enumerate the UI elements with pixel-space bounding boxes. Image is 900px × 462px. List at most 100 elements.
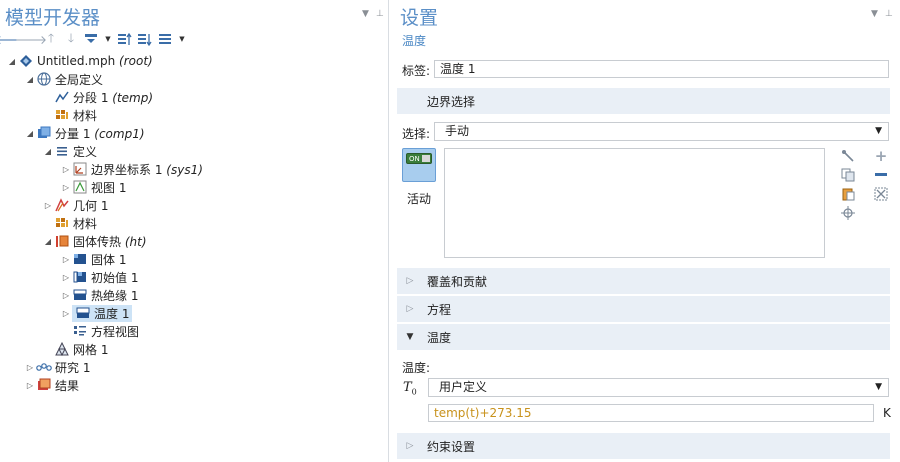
tree-item-label: 固体传热 xyxy=(73,234,122,249)
move-up-icon[interactable]: 🡑 xyxy=(44,31,58,46)
expand-all-icon[interactable] xyxy=(138,32,152,46)
pane-menu-icon[interactable]: ▼ xyxy=(362,9,369,19)
collapsed-toggle-icon[interactable]: ▷ xyxy=(60,165,72,174)
move-down-icon[interactable]: 🡓 xyxy=(64,31,78,46)
section-title: 约束设置 xyxy=(427,439,476,454)
settings-pane: 设置 ▼ ⊥ 温度 标签: 温度 1 边界选择 选择: 手动 ▼ ON 活动 +… xyxy=(395,0,900,462)
tree-item-study[interactable]: ▷ 研究 1 xyxy=(0,358,388,376)
collapsed-toggle-icon[interactable]: ▷ xyxy=(60,309,72,318)
expand-toggle-icon[interactable]: ◢ xyxy=(42,147,54,156)
tree-item-results[interactable]: ▷ 结果 xyxy=(0,376,388,394)
selected-highlight: 温度 1 xyxy=(72,304,133,322)
tree-item-view[interactable]: ▷ 视图 1 xyxy=(0,178,388,196)
selection-caption: 选择: xyxy=(402,127,431,141)
materials-icon xyxy=(54,107,70,123)
tree-item-thermal-insulation[interactable]: ▷ 热绝缘 1 xyxy=(0,286,388,304)
tree-item-materials[interactable]: 材料 xyxy=(0,214,388,232)
tree-item-solid[interactable]: ▷ 固体 1 xyxy=(0,250,388,268)
tree-item-label: 材料 xyxy=(73,216,98,231)
tree-item-root[interactable]: ◢ Untitled.mph (root) xyxy=(0,52,388,70)
show-dropdown-icon[interactable]: ▼ xyxy=(104,32,112,46)
collapsed-toggle-icon[interactable]: ▷ xyxy=(24,381,36,390)
label-field[interactable]: 温度 1 xyxy=(434,60,889,78)
collapsed-toggle-icon[interactable]: ▷ xyxy=(24,363,36,372)
clear-selection-icon[interactable] xyxy=(873,186,889,202)
geometry-icon xyxy=(54,197,70,213)
expand-toggle-icon[interactable]: ◢ xyxy=(24,75,36,84)
expand-toggle-icon[interactable]: ◢ xyxy=(24,129,36,138)
tree-item-tag: (comp1) xyxy=(94,126,145,141)
tree-item-geometry[interactable]: ▷ 几何 1 xyxy=(0,196,388,214)
equation-section[interactable]: ▷ 方程 xyxy=(397,296,890,322)
collapse-all-icon[interactable] xyxy=(118,32,132,46)
tree-item-label: 全局定义 xyxy=(55,72,104,87)
zoom-to-selection-icon[interactable] xyxy=(840,205,856,221)
selection-dropdown[interactable]: 手动 ▼ xyxy=(434,122,889,141)
boundary-selection-list[interactable] xyxy=(444,148,825,258)
copy-selection-icon[interactable] xyxy=(840,167,856,183)
tree-item-definitions[interactable]: ◢ 定义 xyxy=(0,142,388,160)
on-switch-icon: ON xyxy=(406,153,432,164)
tree-item-label: 视图 1 xyxy=(91,180,127,195)
boundary-selection-section[interactable]: 边界选择 xyxy=(397,88,890,114)
tree-item-piecewise[interactable]: 分段 1 (temp) xyxy=(0,88,388,106)
tree-item-temperature[interactable]: ▷ 温度 1 xyxy=(0,304,388,322)
chevron-down-icon: ▼ xyxy=(875,382,882,392)
results-icon xyxy=(36,377,52,393)
expand-toggle-icon[interactable]: ◢ xyxy=(6,57,18,66)
pin-icon[interactable]: ⊥ xyxy=(376,9,384,19)
collapsed-toggle-icon[interactable]: ▷ xyxy=(42,201,54,210)
expand-toggle-icon[interactable]: ◢ xyxy=(42,237,54,246)
temperature-expression-field[interactable]: temp(t)+273.15 xyxy=(428,404,874,422)
model-icon xyxy=(18,53,34,69)
materials-icon xyxy=(54,215,70,231)
temperature-type-dropdown[interactable]: 用户定义 ▼ xyxy=(428,378,889,397)
list-view-dropdown-icon[interactable]: ▼ xyxy=(178,32,186,46)
paste-selection-icon[interactable] xyxy=(840,148,856,164)
pin-icon[interactable]: ⊥ xyxy=(885,9,893,19)
active-toggle-button[interactable]: ON xyxy=(402,148,436,182)
tree-item-boundary-system[interactable]: ▷ 边界坐标系 1 (sys1) xyxy=(0,160,388,178)
pane-menu-icon[interactable]: ▼ xyxy=(871,9,878,19)
forward-arrow-icon[interactable]: 🡒 xyxy=(15,32,47,47)
mesh-icon xyxy=(54,341,70,357)
tree-item-label: 热绝缘 1 xyxy=(91,288,139,303)
tree-item-tag: (root) xyxy=(119,54,153,68)
tree-item-label: 几何 1 xyxy=(73,198,109,213)
component-icon xyxy=(36,125,52,141)
thermal-insulation-icon xyxy=(72,287,88,303)
chevron-down-icon: ▼ xyxy=(875,126,882,136)
tree-item-equation-view[interactable]: 方程视图 xyxy=(0,322,388,340)
add-icon[interactable]: + xyxy=(873,147,889,165)
tree-item-label: 分段 1 xyxy=(73,90,109,105)
temperature-section[interactable]: ▼ 温度 xyxy=(397,324,890,350)
model-builder-title: 模型开发器 xyxy=(5,7,101,29)
collapsed-toggle-icon[interactable]: ▷ xyxy=(60,291,72,300)
tree-item-mesh[interactable]: 网格 1 xyxy=(0,340,388,358)
tree-item-tag: (sys1) xyxy=(166,162,203,177)
tree-item-component[interactable]: ◢ 分量 1 (comp1) xyxy=(0,124,388,142)
collapsed-toggle-icon[interactable]: ▷ xyxy=(60,255,72,264)
list-view-icon[interactable] xyxy=(158,32,172,46)
model-builder-pane: 模型开发器 ▼ ⊥ 🡐 🡒 🡑 🡓 ▼ ▼ ◢ Untitled.mph (ro… xyxy=(0,0,389,462)
tree-item-global-definitions[interactable]: ◢ 全局定义 xyxy=(0,70,388,88)
clipboard-icon[interactable] xyxy=(840,186,856,202)
constraint-settings-section[interactable]: ▷ 约束设置 xyxy=(397,433,890,459)
tree-item-global-materials[interactable]: 材料 xyxy=(0,106,388,124)
tree-item-initial-values[interactable]: ▷ 初始值 1 xyxy=(0,268,388,286)
coordinate-system-icon xyxy=(72,161,88,177)
collapsed-toggle-icon[interactable]: ▷ xyxy=(60,273,72,282)
collapsed-toggle-icon: ▷ xyxy=(406,276,414,286)
tree-item-heat-transfer[interactable]: ◢ 固体传热 (ht) xyxy=(0,232,388,250)
section-title: 方程 xyxy=(427,302,452,317)
tree-item-label: 网格 1 xyxy=(73,342,109,357)
show-icon[interactable] xyxy=(84,32,98,46)
initial-values-icon xyxy=(72,269,88,285)
collapsed-toggle-icon[interactable]: ▷ xyxy=(60,183,72,192)
temperature-icon xyxy=(75,305,91,321)
globe-icon xyxy=(36,71,52,87)
override-section[interactable]: ▷ 覆盖和贡献 xyxy=(397,268,890,294)
study-icon xyxy=(36,359,52,375)
remove-icon[interactable] xyxy=(873,167,889,183)
tree-item-label: 定义 xyxy=(73,144,98,159)
